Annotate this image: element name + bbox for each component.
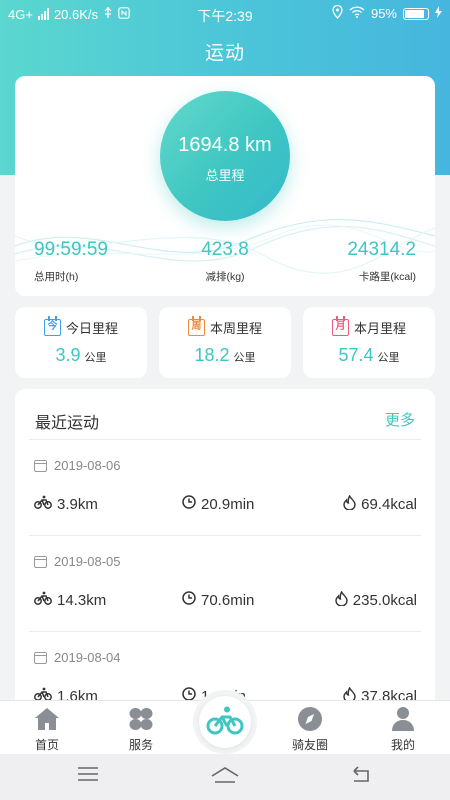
period-label: 今日里程 xyxy=(65,321,118,336)
back-icon[interactable] xyxy=(350,766,374,789)
calendar-icon xyxy=(34,651,47,664)
total-distance-circle: 1694.8 km 总里程 xyxy=(160,91,290,221)
calendar-week-icon: 周 xyxy=(187,316,205,336)
tab-label: 骑友圈 xyxy=(291,738,328,752)
total-distance-label: 总里程 xyxy=(205,168,245,183)
period-unit: 公里 xyxy=(233,352,256,364)
tab-label: 首页 xyxy=(34,738,59,752)
stat-value: 24314.2 xyxy=(347,239,416,260)
home-icon xyxy=(34,707,60,734)
calendar-icon xyxy=(34,459,47,472)
compass-icon xyxy=(297,706,323,735)
user-icon xyxy=(391,706,415,735)
tab-ride[interactable] xyxy=(193,690,257,754)
record-distance: 3.9km xyxy=(57,495,98,513)
grid-icon xyxy=(128,707,154,734)
location-icon xyxy=(332,4,343,22)
calendar-month-icon: 月 xyxy=(331,316,349,336)
month-distance-card[interactable]: 月 本月里程 57.4 公里 xyxy=(303,307,435,378)
stat-value: 99:59:59 xyxy=(34,239,108,260)
record-date: 2019-08-04 xyxy=(54,650,121,665)
clock-icon xyxy=(182,591,196,609)
bike-icon xyxy=(34,591,52,609)
battery-percent: 95% xyxy=(370,6,397,21)
stat-label: 卡路里(kcal) xyxy=(358,271,416,283)
activity-record[interactable]: 2019-08-06 3.9km 20.9min 69.4kcal xyxy=(15,440,435,536)
tab-label: 我的 xyxy=(390,738,415,752)
tab-services[interactable]: 服务 xyxy=(106,707,176,753)
recent-activity-card: 最近运动 更多 2019-08-06 3.9km 20.9min 69.4kca… xyxy=(15,389,435,719)
page-title: 运动 xyxy=(204,43,245,64)
today-distance-card[interactable]: 今 今日里程 3.9 公里 xyxy=(15,307,147,378)
activity-record[interactable]: 2019-08-05 14.3km 70.6min 235.0kcal xyxy=(15,536,435,632)
record-distance: 14.3km xyxy=(57,591,107,609)
record-calories: 69.4kcal xyxy=(361,496,417,513)
charging-icon xyxy=(435,6,442,21)
wifi-icon xyxy=(349,6,365,21)
total-distance-value: 1694.8 km xyxy=(178,134,272,156)
record-date: 2019-08-06 xyxy=(54,458,121,473)
calendar-icon xyxy=(34,555,47,568)
record-calories: 235.0kcal xyxy=(352,592,417,609)
more-link[interactable]: 更多 xyxy=(385,409,415,430)
period-value: 57.4 xyxy=(338,345,374,365)
status-bar: 4G+ 20.6K/s 下午2:39 95% xyxy=(0,0,450,28)
tab-label: 服务 xyxy=(128,738,153,752)
stat-value: 423.8 xyxy=(201,239,249,260)
stat-calories: 24314.2 卡路里(kcal) xyxy=(276,239,416,284)
clock-icon xyxy=(182,495,196,513)
period-unit: 公里 xyxy=(84,352,107,364)
battery-icon xyxy=(403,7,429,20)
record-duration: 20.9min xyxy=(201,495,255,513)
bike-icon xyxy=(34,495,52,513)
tab-mine[interactable]: 我的 xyxy=(368,706,438,753)
calendar-today-icon: 今 xyxy=(43,316,61,336)
week-distance-card[interactable]: 周 本周里程 18.2 公里 xyxy=(159,307,291,378)
period-label: 本月里程 xyxy=(353,321,406,336)
stat-label: 减排(kg) xyxy=(205,271,245,283)
home-nav-icon[interactable] xyxy=(210,766,240,789)
stat-total-time: 99:59:59 总用时(h) xyxy=(34,239,174,284)
system-nav-bar xyxy=(0,754,450,800)
record-duration: 70.6min xyxy=(201,591,255,609)
recent-title: 最近运动 xyxy=(35,415,100,432)
flame-icon xyxy=(335,590,348,610)
menu-icon[interactable] xyxy=(77,766,99,787)
period-unit: 公里 xyxy=(377,352,400,364)
tab-riders-circle[interactable]: 骑友圈 xyxy=(275,706,345,753)
summary-card: 1694.8 km 总里程 99:59:59 总用时(h) 423.8 减排(k… xyxy=(15,76,435,296)
stat-label: 总用时(h) xyxy=(34,271,79,283)
record-date: 2019-08-05 xyxy=(54,554,121,569)
tab-home[interactable]: 首页 xyxy=(12,707,82,753)
period-value: 3.9 xyxy=(55,345,81,365)
stat-emission: 423.8 减排(kg) xyxy=(155,239,295,284)
flame-icon xyxy=(343,494,356,514)
bike-icon xyxy=(206,705,244,740)
period-label: 本周里程 xyxy=(209,321,262,336)
period-value: 18.2 xyxy=(194,345,230,365)
